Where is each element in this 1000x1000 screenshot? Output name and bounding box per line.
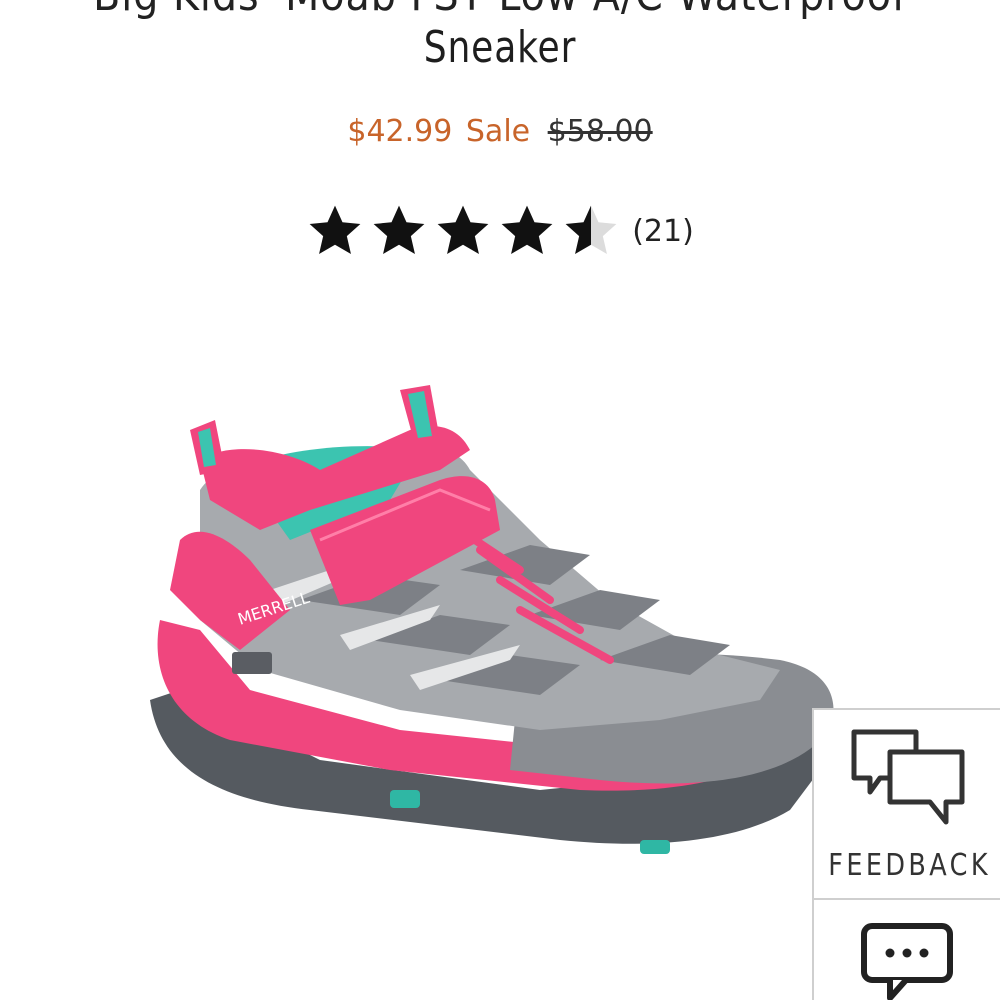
speech-bubbles-icon [851, 729, 965, 825]
price-row: $42.99 Sale $58.00 [0, 114, 1000, 149]
product-title: Sneaker [423, 22, 577, 73]
half-star-icon [565, 205, 617, 254]
original-price: $58.00 [547, 114, 653, 149]
feedback-button[interactable]: FEEDBACK [814, 710, 1000, 900]
sale-price: $42.99 [347, 114, 453, 149]
feedback-label: FEEDBACK [828, 848, 991, 883]
product-title-line1: Big Kids' Moab FST Low A/C Waterproof [0, 0, 1000, 21]
star-icon [501, 205, 553, 254]
product-page: Big Kids' Moab FST Low A/C Waterproof Sn… [0, 0, 1000, 1000]
sale-label: Sale [465, 114, 531, 149]
star-icon [309, 205, 361, 254]
rating-row[interactable]: (21) [0, 202, 1000, 260]
chat-ellipsis-icon [861, 923, 953, 1000]
review-count[interactable]: (21) [632, 214, 694, 249]
side-widget-panel: FEEDBACK [812, 708, 1000, 1000]
star-icon [437, 205, 489, 254]
star-icon [373, 205, 425, 254]
chat-button[interactable] [814, 900, 1000, 1000]
product-image[interactable]: MERRELL [140, 370, 850, 890]
